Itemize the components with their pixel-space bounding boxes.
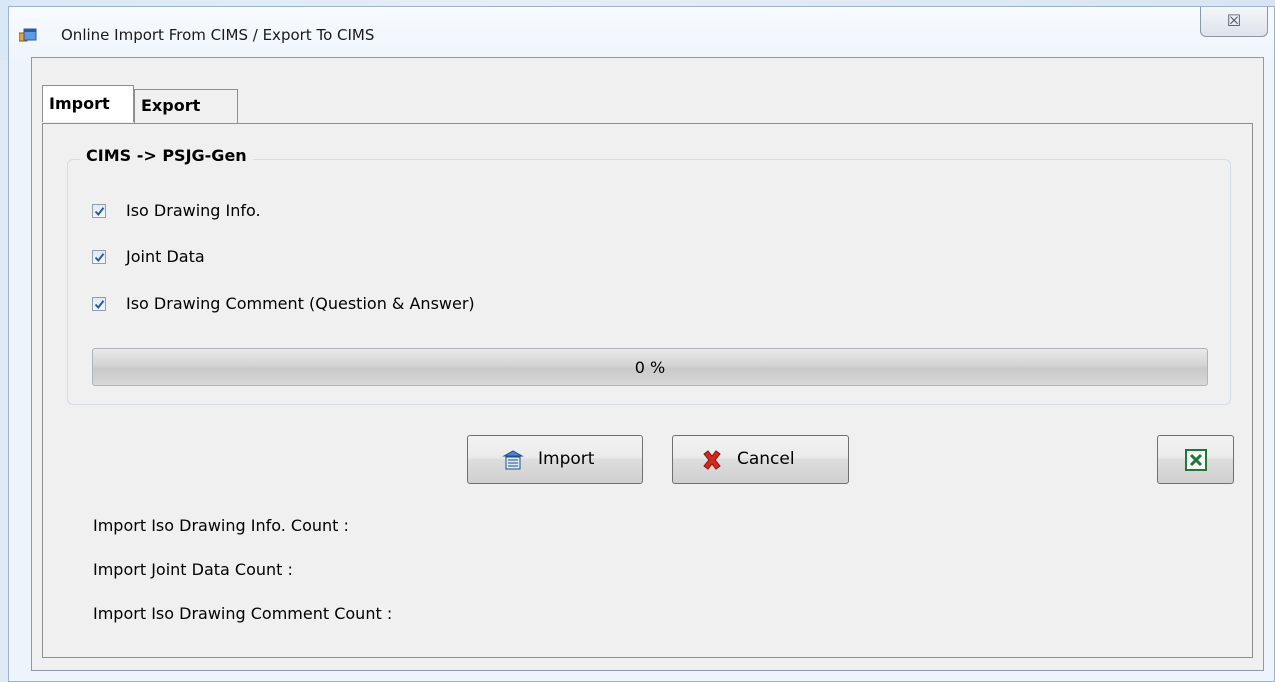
- import-progress-bar: 0 %: [92, 348, 1208, 386]
- import-icon: [502, 450, 524, 475]
- cims-groupbox: CIMS -> PSJG-Gen Iso Drawing Info. Joint…: [67, 146, 1231, 405]
- import-button[interactable]: Import: [467, 435, 643, 484]
- group-title: CIMS -> PSJG-Gen: [80, 146, 253, 165]
- checkmark-icon: [94, 253, 105, 263]
- dialog-window: Online Import From CIMS / Export To CIMS…: [8, 6, 1275, 682]
- client-area: Import Export CIMS -> PSJG-Gen Iso Drawi…: [31, 57, 1264, 671]
- count-joint-data: Import Joint Data Count :: [93, 560, 293, 579]
- iso-drawing-info-label: Iso Drawing Info.: [126, 201, 261, 220]
- cancel-button-label: Cancel: [737, 449, 795, 469]
- cancel-x-icon: [701, 450, 723, 475]
- progress-text: 0 %: [634, 358, 666, 377]
- checkmark-icon: [94, 300, 105, 310]
- excel-icon: [1185, 449, 1207, 476]
- tab-import[interactable]: Import: [42, 85, 134, 122]
- import-button-label: Import: [538, 449, 595, 469]
- title-bar[interactable]: Online Import From CIMS / Export To CIMS…: [9, 7, 1274, 55]
- close-button[interactable]: ☒: [1200, 7, 1268, 37]
- iso-drawing-comment-checkbox[interactable]: [92, 297, 106, 311]
- joint-data-label: Joint Data: [126, 247, 205, 266]
- app-window-icon: [18, 28, 37, 42]
- checkmark-icon: [94, 207, 105, 217]
- iso-drawing-info-checkbox[interactable]: [92, 204, 106, 218]
- export-excel-button[interactable]: [1157, 435, 1234, 484]
- count-iso-drawing-info: Import Iso Drawing Info. Count :: [93, 516, 349, 535]
- tab-export[interactable]: Export: [134, 89, 238, 123]
- iso-drawing-comment-label: Iso Drawing Comment (Question & Answer): [126, 294, 475, 313]
- count-iso-drawing-comment: Import Iso Drawing Comment Count :: [93, 604, 393, 623]
- window-title: Online Import From CIMS / Export To CIMS: [61, 26, 375, 44]
- cancel-button[interactable]: Cancel: [672, 435, 849, 484]
- close-icon: ☒: [1226, 11, 1242, 30]
- joint-data-checkbox[interactable]: [92, 250, 106, 264]
- import-tab-panel: CIMS -> PSJG-Gen Iso Drawing Info. Joint…: [42, 123, 1253, 658]
